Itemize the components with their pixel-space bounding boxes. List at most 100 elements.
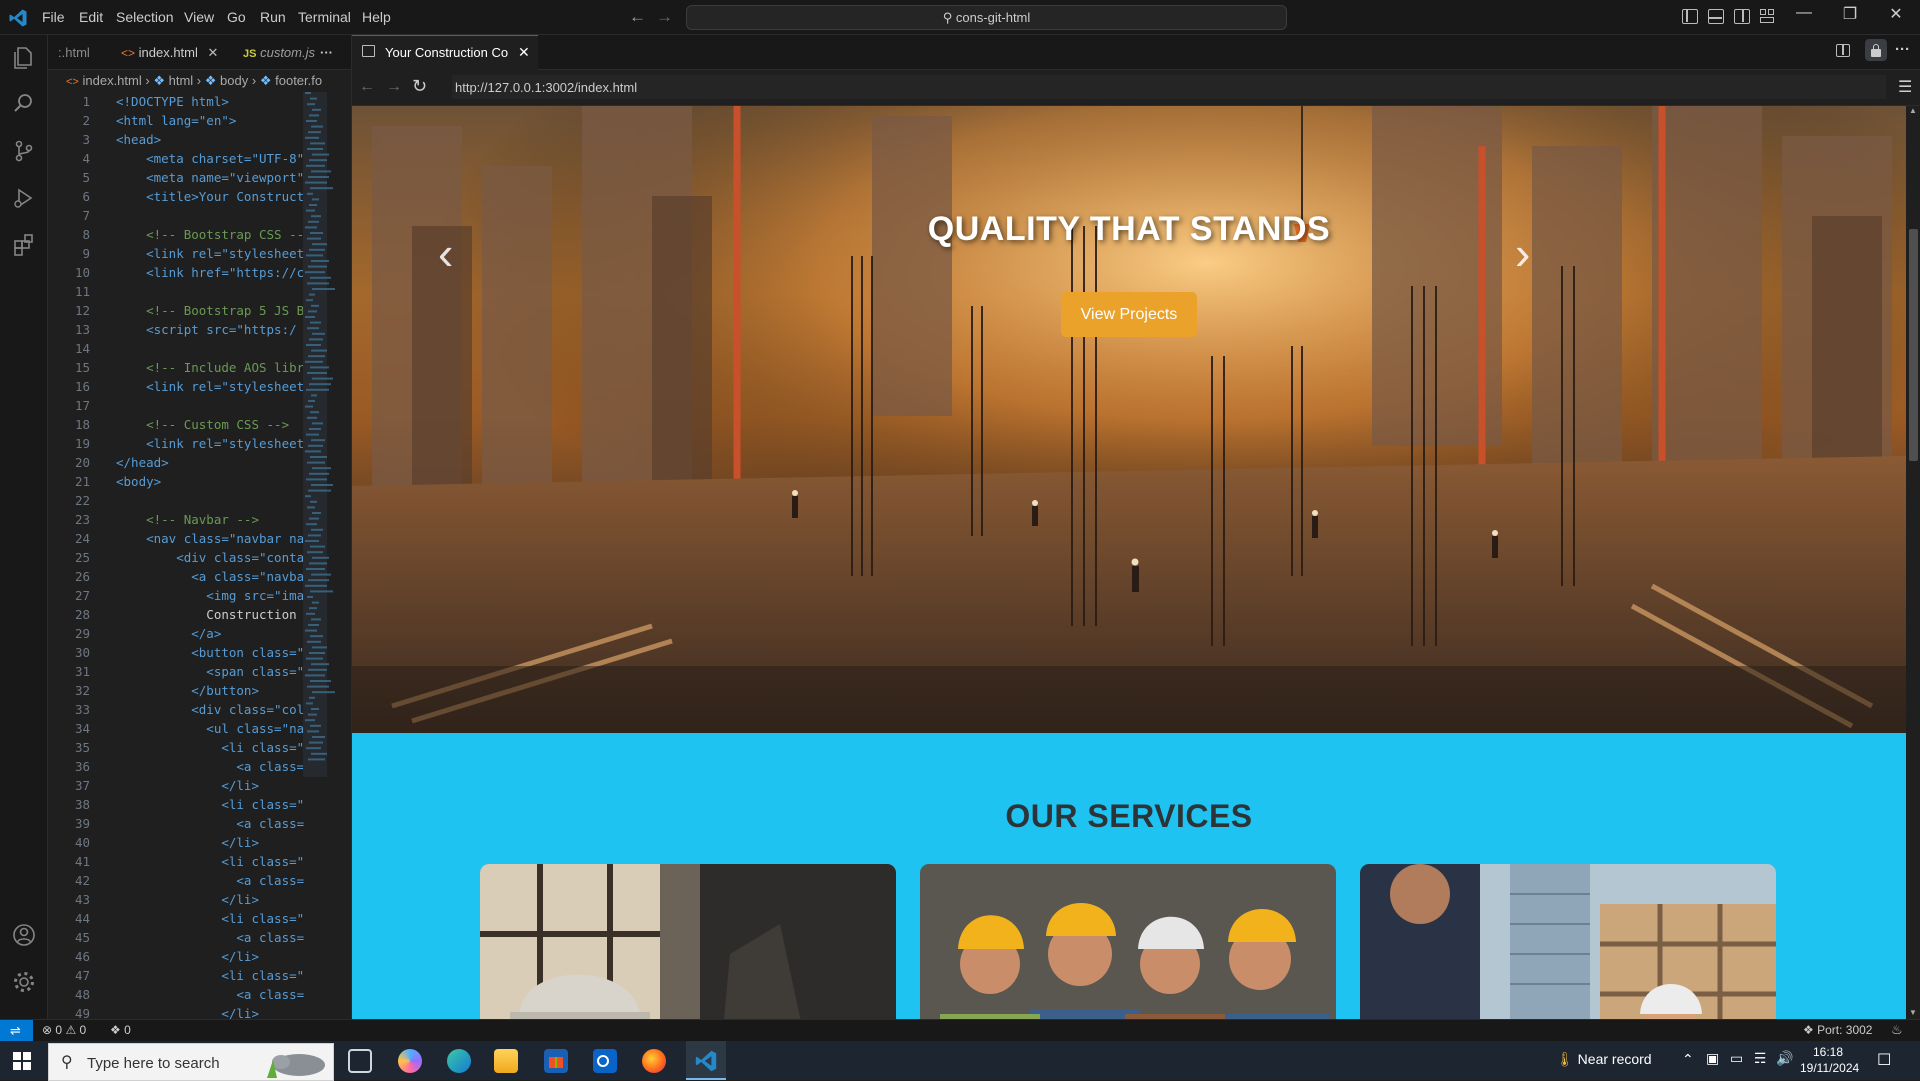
reload-icon[interactable]: ↻ (412, 76, 427, 97)
accounts-icon[interactable] (10, 921, 38, 949)
menu-selection[interactable]: Selection (108, 0, 182, 35)
url-input[interactable] (452, 75, 1886, 99)
code-line[interactable]: <a class= (116, 985, 352, 1004)
more-actions-icon[interactable]: ··· (1895, 41, 1910, 58)
more-actions-icon[interactable]: ··· (310, 35, 340, 70)
line-number: 11 (74, 284, 90, 299)
windows-start-icon[interactable] (13, 1052, 31, 1070)
lock-group-icon[interactable] (1865, 39, 1887, 61)
edge-browser-icon[interactable] (447, 1049, 471, 1073)
menu-icon[interactable]: ☰ (1898, 77, 1912, 97)
run-debug-icon[interactable] (10, 184, 38, 212)
split-editor-icon[interactable] (1836, 44, 1850, 57)
settings-gear-icon[interactable] (10, 968, 38, 996)
network-wifi-icon[interactable]: ☴ (1754, 1050, 1767, 1067)
line-number: 4 (82, 151, 90, 166)
scroll-up-icon[interactable]: ▲ (1909, 106, 1917, 115)
taskbar-search-box[interactable]: ⚲ Type here to search (48, 1043, 334, 1081)
live-server-port[interactable]: ❖ Port: 3002 (1803, 1023, 1872, 1037)
code-line[interactable]: <a class= (116, 814, 352, 833)
view-projects-button[interactable]: View Projects (1061, 292, 1197, 337)
breadcrumb-item[interactable]: body (220, 73, 248, 88)
editor-tab-html-partial[interactable]: :.html (48, 35, 111, 70)
service-card[interactable] (480, 864, 896, 1019)
scrollbar-thumb[interactable] (1909, 229, 1918, 461)
menu-go[interactable]: Go (219, 0, 254, 35)
file-explorer-icon[interactable] (494, 1049, 518, 1073)
line-number: 2 (82, 113, 90, 128)
remote-indicator[interactable]: ⇌ (0, 1020, 33, 1042)
code-line[interactable]: </li> (116, 890, 352, 909)
toggle-panel-icon[interactable] (1708, 9, 1724, 24)
extensions-icon[interactable] (10, 231, 38, 259)
weather-widget[interactable]: 🌡 Near record (1556, 1051, 1652, 1068)
forward-arrow-icon[interactable]: → (656, 7, 673, 27)
simple-browser: Your Construction Co ✕ ··· ← → ↻ ☰ (351, 35, 1920, 1019)
browser-tab[interactable]: Your Construction Co ✕ (352, 35, 538, 70)
line-number: 27 (74, 588, 90, 603)
copilot-icon[interactable] (398, 1049, 422, 1073)
carousel-prev-icon[interactable]: ‹ (438, 226, 453, 280)
code-line[interactable]: <a class= (116, 928, 352, 947)
close-window-icon[interactable]: ✕ (1873, 4, 1919, 24)
volume-icon[interactable]: 🔊 (1776, 1050, 1793, 1067)
breadcrumb-item[interactable]: html (169, 73, 194, 88)
microsoft-store-icon[interactable] (544, 1049, 568, 1073)
menu-edit[interactable]: Edit (71, 0, 111, 35)
notifications-bell-icon[interactable]: ♨ (1891, 1022, 1903, 1038)
breadcrumb-item[interactable]: index.html (82, 73, 141, 88)
browser-forward-icon[interactable]: → (386, 78, 402, 96)
service-card[interactable] (1360, 864, 1776, 1019)
vscode-logo-icon[interactable] (8, 8, 28, 28)
code-editor[interactable]: 1 <!DOCTYPE html> 2 <html lang="en"> 3 <head>… (48, 92, 304, 1021)
menu-help[interactable]: Help (354, 0, 399, 35)
minimap[interactable] (303, 92, 351, 777)
minimize-icon[interactable]: — (1781, 4, 1827, 22)
code-line[interactable]: </li> (116, 947, 352, 966)
meet-now-icon[interactable]: ▣ (1706, 1050, 1719, 1067)
page-scrollbar[interactable]: ▲ ▼ (1906, 106, 1920, 1019)
search-placeholder: Type here to search (87, 1055, 220, 1072)
battery-icon[interactable]: ▭ (1730, 1050, 1743, 1067)
back-arrow-icon[interactable]: ← (629, 7, 646, 27)
code-line[interactable]: <li class=" (116, 966, 352, 985)
vscode-taskbar-button[interactable] (686, 1041, 726, 1080)
toggle-primary-sidebar-icon[interactable] (1682, 9, 1698, 24)
line-number: 12 (74, 303, 90, 318)
browser-back-icon[interactable]: ← (359, 78, 375, 96)
close-tab-icon[interactable]: ✕ (518, 44, 530, 61)
code-line[interactable]: <li class=" (116, 852, 352, 871)
code-line[interactable]: </li> (116, 776, 352, 795)
line-number: 38 (74, 797, 90, 812)
command-center-search[interactable]: ⚲ cons-git-html (686, 5, 1287, 30)
close-tab-icon[interactable]: ✕ (208, 45, 219, 60)
menu-view[interactable]: View (176, 0, 222, 35)
menu-terminal[interactable]: Terminal (290, 0, 359, 35)
ports-indicator[interactable]: ❖ 0 (110, 1023, 131, 1037)
carousel-next-icon[interactable]: › (1515, 226, 1530, 280)
customize-layout-icon[interactable] (1760, 9, 1776, 24)
explorer-icon[interactable] (10, 43, 38, 71)
service-card[interactable] (920, 864, 1336, 1019)
task-view-icon[interactable] (348, 1049, 372, 1073)
search-icon[interactable] (10, 90, 38, 118)
firefox-icon[interactable] (642, 1049, 666, 1073)
scroll-down-icon[interactable]: ▼ (1909, 1008, 1917, 1017)
breadcrumb-item[interactable]: footer.fo (275, 73, 322, 88)
menu-file[interactable]: File (34, 0, 73, 35)
code-line[interactable]: <li class=" (116, 795, 352, 814)
toggle-secondary-sidebar-icon[interactable] (1734, 9, 1750, 24)
menu-run[interactable]: Run (252, 0, 294, 35)
line-number: 47 (74, 968, 90, 983)
code-line[interactable]: </li> (116, 833, 352, 852)
notification-center-icon[interactable]: ☐ (1877, 1050, 1891, 1070)
outlook-icon[interactable] (593, 1049, 617, 1073)
show-hidden-icons-chevron-icon[interactable]: ⌃ (1682, 1051, 1694, 1068)
editor-tab-index-html[interactable]: <> index.html ✕ (111, 35, 221, 70)
restore-icon[interactable]: ❐ (1827, 4, 1873, 24)
source-control-icon[interactable] (10, 137, 38, 165)
problems-indicator[interactable]: ⊗ 0 ⚠ 0 (42, 1023, 86, 1037)
code-line[interactable]: <li class=" (116, 909, 352, 928)
clock[interactable]: 16:18 19/11/2024 (1800, 1044, 1859, 1076)
code-line[interactable]: <a class= (116, 871, 352, 890)
